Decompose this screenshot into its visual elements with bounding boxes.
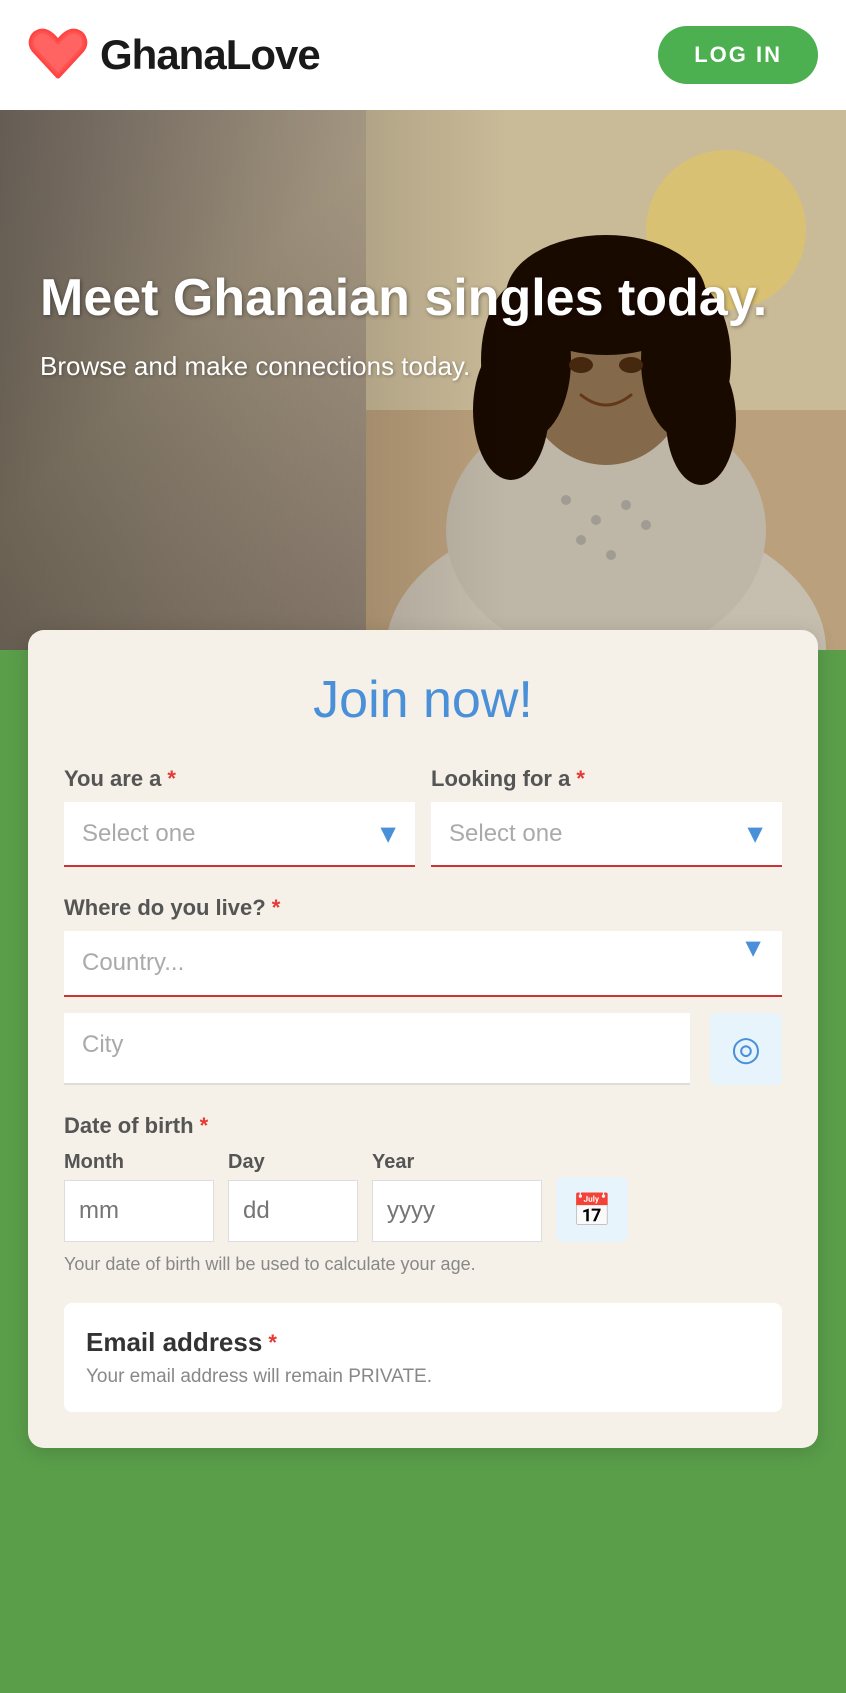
city-row: ◎ [64, 1013, 782, 1085]
month-group: Month [64, 1151, 214, 1242]
dob-section: Date of birth * Month Day Year 📅 Your da… [64, 1113, 782, 1275]
where-live-required: * [272, 895, 281, 921]
location-icon: ◎ [731, 1029, 761, 1069]
logo-area: GhanaLove [28, 28, 320, 83]
month-input[interactable] [64, 1180, 214, 1242]
day-group: Day [228, 1151, 358, 1242]
email-required: * [268, 1330, 277, 1356]
looking-for-select[interactable]: Select one Man Woman [431, 802, 782, 865]
location-section: Where do you live? * ▼ [64, 895, 782, 997]
form-title: Join now! [64, 670, 782, 730]
green-background [0, 1448, 846, 1548]
month-label: Month [64, 1151, 214, 1174]
dob-hint: Your date of birth will be used to calcu… [64, 1254, 782, 1275]
you-are-select[interactable]: Select one Man Woman [64, 802, 415, 865]
year-input[interactable] [372, 1180, 542, 1242]
you-are-label: You are a * [64, 766, 415, 792]
calendar-button[interactable]: 📅 [556, 1177, 628, 1242]
country-input[interactable] [64, 931, 740, 995]
where-live-label: Where do you live? * [64, 895, 782, 921]
you-are-required: * [167, 766, 176, 792]
logo-text: GhanaLove [100, 31, 320, 79]
hero-content: Meet Ghanaian singles today. Browse and … [40, 270, 767, 384]
you-are-select-wrapper: Select one Man Woman ▼ [64, 802, 415, 867]
hero-section: Meet Ghanaian singles today. Browse and … [0, 110, 846, 650]
email-section: Email address * Your email address will … [64, 1303, 782, 1412]
hero-subtitle: Browse and make connections today. [40, 349, 767, 384]
location-button[interactable]: ◎ [710, 1013, 782, 1085]
looking-for-group: Looking for a * Select one Man Woman ▼ [431, 766, 782, 867]
year-label: Year [372, 1151, 542, 1174]
ghanalove-logo-icon [28, 28, 88, 83]
hero-title: Meet Ghanaian singles today. [40, 270, 767, 327]
city-input[interactable] [64, 1013, 690, 1077]
you-are-group: You are a * Select one Man Woman ▼ [64, 766, 415, 867]
looking-for-required: * [576, 766, 585, 792]
login-button[interactable]: LOG IN [658, 26, 818, 84]
dob-required: * [200, 1113, 209, 1139]
year-group: Year [372, 1151, 542, 1242]
looking-for-label: Looking for a * [431, 766, 782, 792]
email-label: Email address * [86, 1327, 760, 1358]
gender-row: You are a * Select one Man Woman ▼ Looki… [64, 766, 782, 867]
country-input-wrapper: ▼ [64, 931, 782, 997]
day-label: Day [228, 1151, 358, 1174]
country-chevron-icon: ▼ [740, 932, 766, 963]
calendar-icon: 📅 [572, 1191, 612, 1229]
looking-for-select-wrapper: Select one Man Woman ▼ [431, 802, 782, 867]
dob-row: Month Day Year 📅 [64, 1151, 782, 1242]
city-input-wrapper [64, 1013, 690, 1085]
email-hint: Your email address will remain PRIVATE. [86, 1366, 760, 1404]
day-input[interactable] [228, 1180, 358, 1242]
dob-label: Date of birth * [64, 1113, 782, 1139]
header: GhanaLove LOG IN [0, 0, 846, 110]
registration-form-card: Join now! You are a * Select one Man Wom… [28, 630, 818, 1448]
